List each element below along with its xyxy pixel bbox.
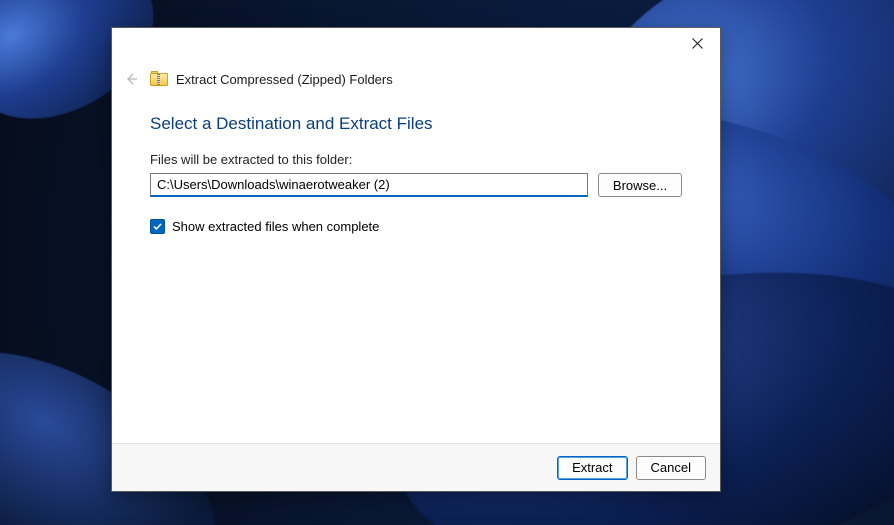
path-label: Files will be extracted to this folder: [150, 152, 682, 167]
show-extracted-label[interactable]: Show extracted files when complete [172, 219, 379, 234]
destination-path-input[interactable] [150, 173, 588, 197]
cancel-button[interactable]: Cancel [636, 456, 706, 480]
close-icon [692, 38, 703, 49]
zip-folder-icon [150, 71, 168, 87]
extract-button[interactable]: Extract [557, 456, 627, 480]
wizard-content: Select a Destination and Extract Files F… [112, 100, 720, 443]
dialog-footer: Extract Cancel [112, 443, 720, 491]
extract-dialog: Extract Compressed (Zipped) Folders Sele… [111, 27, 721, 492]
back-button [120, 68, 142, 90]
desktop-wallpaper: Extract Compressed (Zipped) Folders Sele… [0, 0, 894, 525]
wizard-header: Extract Compressed (Zipped) Folders [112, 66, 720, 100]
titlebar [112, 28, 720, 66]
show-extracted-checkbox[interactable] [150, 219, 165, 234]
browse-button[interactable]: Browse... [598, 173, 682, 197]
arrow-left-icon [123, 71, 139, 87]
wizard-title: Extract Compressed (Zipped) Folders [176, 72, 393, 87]
close-button[interactable] [674, 28, 720, 58]
checkmark-icon [152, 221, 163, 232]
instruction-heading: Select a Destination and Extract Files [150, 114, 682, 134]
